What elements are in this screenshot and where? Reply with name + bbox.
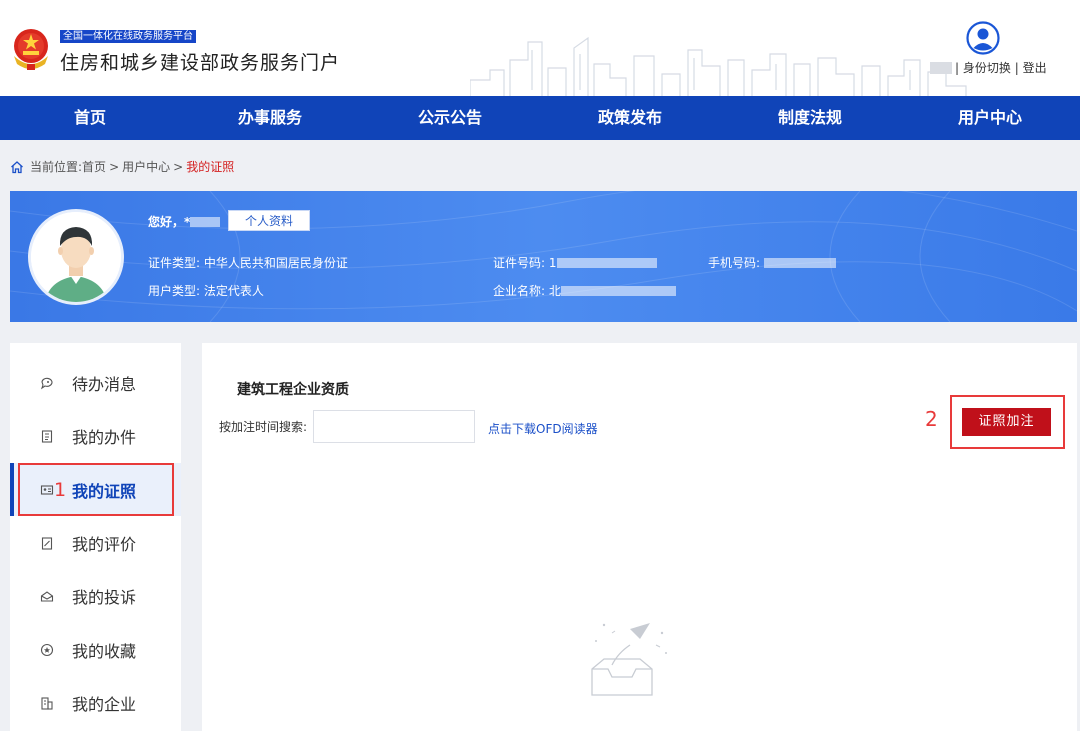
breadcrumb-home[interactable]: 首页: [82, 158, 106, 175]
edit-document-icon: [41, 536, 53, 550]
home-icon: [11, 160, 23, 173]
national-emblem-logo: [14, 29, 48, 70]
logout-link[interactable]: 登出: [1023, 61, 1047, 75]
nav-item-announcements[interactable]: 公示公告: [360, 96, 540, 140]
annotation-step-2: 2: [925, 407, 938, 431]
certificate-annotation-button[interactable]: 证照加注: [962, 408, 1051, 436]
nav-item-user-center[interactable]: 用户中心: [900, 96, 1080, 140]
breadcrumb-current: 我的证照: [186, 160, 235, 174]
city-skyline-graphic: [470, 36, 967, 96]
id-type: 证件类型: 中华人民共和国居民身份证: [148, 256, 348, 270]
building-icon: [41, 696, 53, 710]
breadcrumb: 当前位置: 首页 > 用户中心 > 我的证照: [10, 158, 234, 175]
certificate-panel: 建筑工程企业资质 按加注时间搜索: 点击下载OFD阅读器 2 证照加注: [202, 343, 1077, 731]
avatar: [28, 209, 124, 305]
profile-button[interactable]: 个人资料: [228, 210, 310, 231]
sidebar-item-my-reviews[interactable]: 我的评价: [10, 516, 181, 569]
mail-tray-icon: [40, 590, 54, 602]
main-nav: 首页 办事服务 公示公告 政策发布 制度法规 用户中心: [0, 96, 1080, 140]
site-title: 住房和城乡建设部政务服务门户: [60, 52, 341, 74]
sidebar-item-my-favorites[interactable]: 我的收藏: [10, 623, 181, 676]
sidebar-item-my-cases[interactable]: 我的办件: [10, 409, 181, 462]
breadcrumb-user-center[interactable]: 用户中心: [122, 158, 170, 175]
search-label: 按加注时间搜索:: [219, 420, 308, 434]
header-account-links: | 身份切换 | 登出: [930, 59, 1047, 76]
nav-item-policies[interactable]: 政策发布: [540, 96, 720, 140]
sidebar-item-todo[interactable]: 待办消息: [10, 356, 181, 409]
greeting-text: 您好，*: [148, 213, 221, 230]
masked-id-number: [556, 258, 657, 268]
sidebar-item-my-complaints[interactable]: 我的投诉: [10, 569, 181, 622]
switch-identity-link[interactable]: 身份切换: [963, 61, 1011, 75]
company-name: 企业名称: 北: [493, 282, 676, 299]
annotation-time-search-input[interactable]: [313, 410, 475, 443]
masked-phone-number: [763, 258, 836, 268]
nav-item-services[interactable]: 办事服务: [180, 96, 360, 140]
ofd-reader-download-link[interactable]: 点击下载OFD阅读器: [488, 420, 598, 437]
masked-username: [930, 62, 952, 74]
user-avatar-icon[interactable]: [966, 21, 1000, 55]
section-title: 建筑工程企业资质: [237, 382, 349, 398]
masked-company-name: [560, 286, 676, 296]
id-number: 证件号码: 1: [493, 254, 657, 271]
platform-tag: 全国一体化在线政务服务平台: [60, 30, 196, 43]
empty-state-icon: [591, 623, 667, 696]
clipboard-icon: [41, 429, 53, 443]
masked-name: [190, 217, 221, 227]
nav-item-regulations[interactable]: 制度法规: [720, 96, 900, 140]
user-type: 用户类型: 法定代表人: [148, 284, 264, 298]
favorite-star-icon: [40, 643, 54, 656]
annotation-step-1: 1: [54, 479, 67, 501]
breadcrumb-prefix: 当前位置:: [30, 160, 83, 174]
user-sidebar: 待办消息 我的办件 我的证照 我的评价 我的投诉 我的收藏 我的企业: [10, 343, 181, 731]
phone-number: 手机号码:: [708, 254, 836, 271]
chat-bubble-icon: [40, 377, 53, 389]
site-header: 全国一体化在线政务服务平台 住房和城乡建设部政务服务门户 | 身份切换 | 登出: [0, 0, 1080, 96]
sidebar-item-my-company[interactable]: 我的企业: [10, 676, 181, 729]
nav-item-home[interactable]: 首页: [0, 96, 180, 140]
annotation-highlight-1: [18, 463, 174, 516]
profile-banner: 您好，* 个人资料 证件类型: 中华人民共和国居民身份证 用户类型: 法定代表人…: [10, 191, 1077, 322]
